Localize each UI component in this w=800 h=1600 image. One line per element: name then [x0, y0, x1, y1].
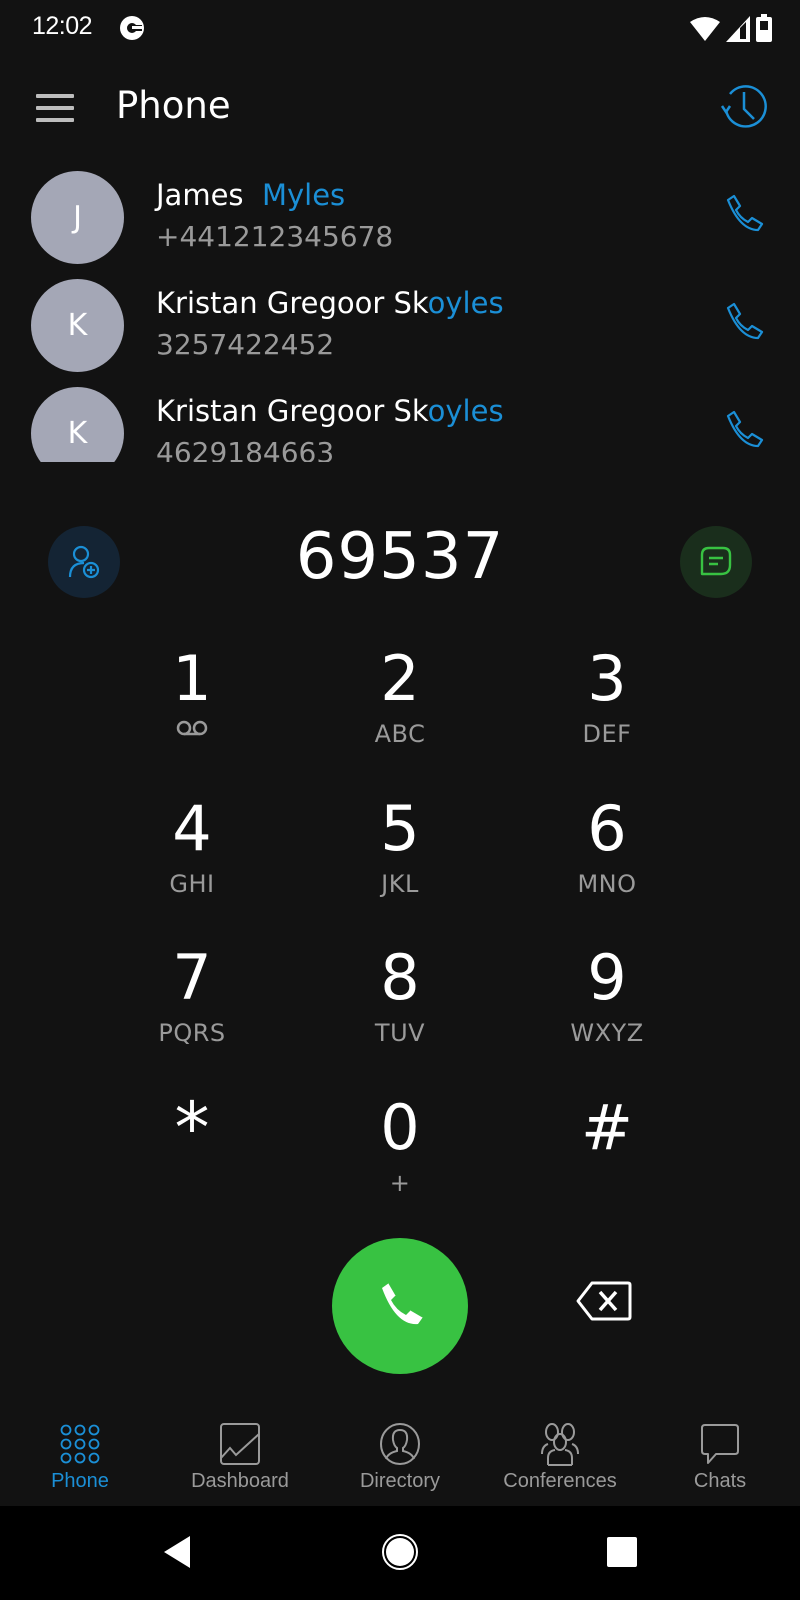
status-bar: 12:02 [0, 0, 800, 56]
page-title: Phone [116, 84, 231, 127]
dialpad-icon [60, 1424, 100, 1464]
key-5[interactable]: 5 JKL [320, 798, 480, 928]
key-7[interactable]: 7 PQRS [112, 947, 272, 1077]
contact-number: +441212345678 [156, 220, 394, 253]
menu-button[interactable] [36, 94, 74, 122]
name-plain: James [156, 178, 262, 212]
key-letters: + [389, 1169, 411, 1197]
name-match-highlight: oyles [427, 394, 504, 428]
suggestion-item[interactable]: K Kristan Gregoor Skoyles 4629184663 [0, 376, 800, 462]
nav-label: Dashboard [191, 1470, 289, 1492]
key-digit: 9 [587, 941, 627, 1014]
avatar: K [31, 279, 124, 372]
hamburger-menu-icon [36, 94, 74, 98]
recents-icon[interactable] [602, 1532, 642, 1572]
nav-label: Directory [359, 1470, 440, 1492]
nav-tab-chats[interactable]: Chats [640, 1400, 800, 1506]
phone-icon [382, 1282, 424, 1325]
cellular-signal-icon [726, 16, 750, 42]
contact-number: 4629184663 [156, 436, 335, 462]
key-2[interactable]: 2 ABC [320, 648, 480, 778]
system-navigation-bar [0, 1506, 800, 1600]
hamburger-line [36, 106, 74, 110]
nav-tab-directory[interactable]: Directory [320, 1400, 480, 1506]
name-plain: Kristan Gregoor Sk [156, 394, 428, 428]
key-6[interactable]: 6 MNO [527, 798, 687, 928]
key-letters: PQRS [158, 1019, 226, 1047]
key-digit: 1 [172, 642, 212, 715]
message-icon [700, 546, 732, 576]
key-digit: 6 [587, 792, 627, 865]
key-digit: 3 [587, 642, 627, 715]
nav-label: Conferences [503, 1470, 617, 1492]
key-digit: 7 [172, 941, 212, 1014]
key-letters: TUV [374, 1019, 426, 1047]
key-8[interactable]: 8 TUV [320, 947, 480, 1077]
group-icon [541, 1423, 579, 1466]
contact-name: Kristan Gregoor Skoyles [156, 394, 504, 428]
nav-tab-conferences[interactable]: Conferences [480, 1400, 640, 1506]
key-9[interactable]: 9 WXYZ [527, 947, 687, 1077]
key-1[interactable]: 1 [112, 648, 272, 778]
key-3[interactable]: 3 DEF [527, 648, 687, 778]
name-plain: Kristan Gregoor Sk [156, 286, 428, 320]
key-4[interactable]: 4 GHI [112, 798, 272, 928]
nav-label: Chats [693, 1470, 747, 1492]
key-letters: JKL [381, 870, 419, 898]
chart-icon [220, 1423, 260, 1465]
status-time: 12:02 [32, 12, 93, 40]
wifi-icon [690, 17, 720, 41]
contact-name: Kristan Gregoor Skoyles [156, 286, 504, 320]
home-icon[interactable] [380, 1532, 420, 1572]
contact-suggestions-list: J James Myles +441212345678 K Kristan Gr… [0, 160, 800, 462]
contact-name: James Myles [156, 178, 345, 212]
app-bar: Phone [0, 56, 800, 160]
key-digit: * [174, 1087, 210, 1169]
key-digit: 5 [380, 792, 420, 865]
person-icon [380, 1423, 420, 1465]
battery-icon [756, 14, 772, 42]
phone-icon[interactable] [722, 192, 766, 236]
chat-bubble-icon [701, 1424, 739, 1464]
google-g-icon [120, 16, 144, 40]
name-match-highlight: Myles [261, 178, 346, 212]
nav-tab-dashboard[interactable]: Dashboard [160, 1400, 320, 1506]
back-icon[interactable] [158, 1532, 198, 1572]
key-digit: 2 [380, 642, 420, 715]
key-hash[interactable]: # [527, 1097, 687, 1227]
nav-label: Phone [51, 1470, 109, 1492]
key-digit: 0 [380, 1091, 420, 1164]
key-0[interactable]: 0 + [320, 1097, 480, 1227]
key-letters: GHI [169, 870, 215, 898]
suggestion-item[interactable]: J James Myles +441212345678 [0, 160, 800, 268]
avatar: J [31, 171, 124, 264]
call-history-icon[interactable] [718, 82, 768, 132]
key-letters: DEF [582, 720, 632, 748]
backspace-icon[interactable] [576, 1280, 632, 1322]
hamburger-line [36, 118, 74, 122]
call-button[interactable] [332, 1238, 468, 1374]
phone-icon[interactable] [722, 300, 766, 344]
name-match-highlight: oyles [427, 286, 504, 320]
voicemail-icon [176, 720, 208, 736]
nav-tab-phone[interactable]: Phone [0, 1400, 160, 1506]
key-letters: ABC [374, 720, 426, 748]
phone-icon[interactable] [722, 408, 766, 452]
key-digit: 8 [380, 941, 420, 1014]
avatar: K [31, 387, 124, 462]
contact-number: 3257422452 [156, 328, 335, 361]
send-message-button[interactable] [680, 526, 752, 598]
key-star[interactable]: * [112, 1087, 272, 1227]
number-display-row: 69537 [0, 520, 800, 610]
key-letters: MNO [577, 870, 637, 898]
key-digit: 4 [172, 792, 212, 865]
suggestion-item[interactable]: K Kristan Gregoor Skoyles 3257422452 [0, 268, 800, 376]
bottom-navigation: Phone Dashboard Directory Conferences Ch… [0, 1400, 800, 1506]
key-digit: # [581, 1091, 633, 1164]
key-letters: WXYZ [570, 1019, 644, 1047]
